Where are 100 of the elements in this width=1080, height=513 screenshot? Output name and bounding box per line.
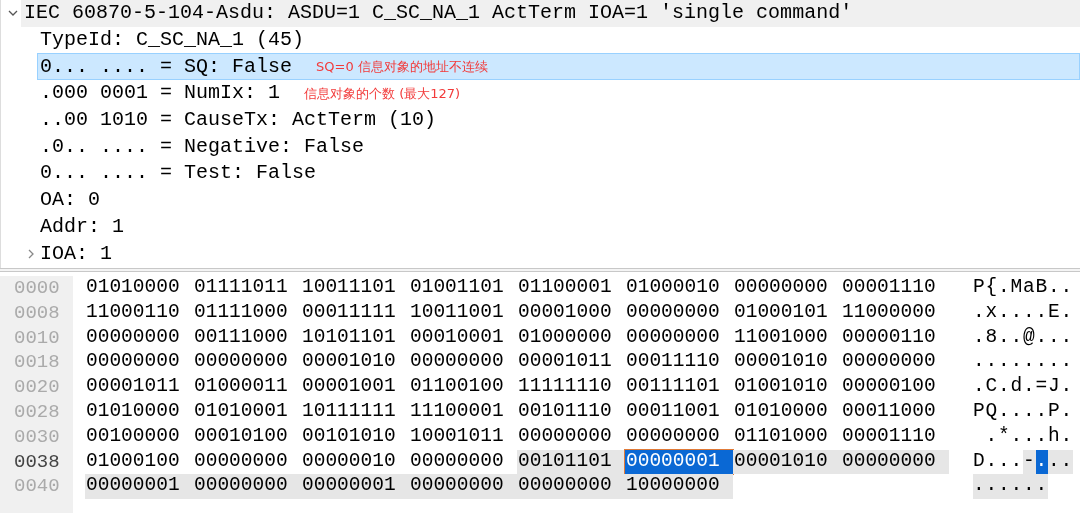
ascii-char[interactable]: = bbox=[1035, 375, 1048, 400]
tree-item-text: IOA: 1 bbox=[39, 240, 112, 267]
ascii-char[interactable]: . bbox=[1035, 325, 1048, 351]
ascii-char[interactable]: . bbox=[973, 325, 986, 351]
ascii-char[interactable]: d bbox=[1010, 375, 1023, 400]
ascii-char[interactable]: . bbox=[973, 300, 986, 326]
ascii-char[interactable]: . bbox=[1048, 449, 1061, 475]
ascii-char[interactable]: @ bbox=[1023, 325, 1036, 351]
ascii-char[interactable]: . bbox=[1010, 449, 1023, 475]
ascii-char[interactable]: . bbox=[998, 375, 1011, 400]
ascii-char[interactable]: . bbox=[985, 350, 998, 376]
byte-value[interactable]: 00000000 bbox=[517, 474, 625, 500]
ascii-char[interactable]: . bbox=[1048, 325, 1061, 351]
offset-label: 0020 bbox=[14, 375, 60, 400]
ascii-char[interactable]: . bbox=[1023, 300, 1036, 326]
ascii-char[interactable]: . bbox=[973, 350, 986, 376]
byte-value[interactable]: 00101101 bbox=[517, 449, 625, 475]
ascii-char[interactable]: . bbox=[1010, 424, 1023, 450]
ascii-char[interactable]: . bbox=[1023, 400, 1036, 425]
byte-value[interactable]: 00000000 bbox=[409, 474, 517, 500]
tree-item-text: OA: 0 bbox=[39, 187, 100, 214]
ascii-char[interactable]: . bbox=[1023, 474, 1036, 500]
ascii-char[interactable]: P bbox=[1048, 400, 1061, 425]
ascii-char[interactable]: . bbox=[1060, 424, 1073, 450]
byte-value[interactable]: 00000001 bbox=[85, 474, 193, 500]
tree-row[interactable]: TypeId: C_SC_NA_1 (45) bbox=[37, 26, 1080, 54]
ascii-char[interactable]: D bbox=[973, 449, 986, 475]
tree-row[interactable]: .0.. .... = Negative: False bbox=[37, 133, 1080, 161]
byte-value[interactable]: 00000001 bbox=[625, 449, 733, 475]
offset-label: 0030 bbox=[14, 424, 60, 450]
ascii-char[interactable]: P bbox=[973, 400, 986, 425]
tree-item-text: IEC 60870-5-104-Asdu: ASDU=1 C_SC_NA_1 ActTerm IOA=1 'single command' bbox=[23, 0, 853, 27]
ascii-char[interactable]: . bbox=[998, 400, 1011, 425]
ascii-char[interactable]: * bbox=[998, 424, 1011, 450]
ascii-char[interactable]: . bbox=[1060, 325, 1073, 351]
tree-row[interactable]: 0... .... = SQ: False SQ=0 信息对象的地址不连续 bbox=[37, 53, 1080, 81]
ascii-char[interactable]: . bbox=[1060, 350, 1073, 376]
ascii-char[interactable]: 8 bbox=[985, 325, 998, 351]
tree-row[interactable]: IOA: 1 bbox=[37, 240, 1080, 267]
ascii-char[interactable]: . bbox=[998, 350, 1011, 376]
ascii-char[interactable]: Q bbox=[985, 400, 998, 425]
offset-label: 0040 bbox=[14, 474, 60, 500]
ascii-char[interactable]: . bbox=[1010, 350, 1023, 376]
ascii-char[interactable]: . bbox=[1010, 400, 1023, 425]
offset-label: 0018 bbox=[14, 350, 60, 376]
ascii-char[interactable]: . bbox=[1048, 276, 1061, 301]
ascii-char[interactable]: J bbox=[1048, 375, 1061, 400]
chevron-right-icon[interactable] bbox=[26, 248, 36, 259]
tree-item-text: ..00 1010 = CauseTx: ActTerm (10) bbox=[39, 107, 437, 134]
ascii-char[interactable]: . bbox=[1035, 350, 1048, 376]
ascii-char[interactable]: . bbox=[1035, 400, 1048, 425]
tree-row[interactable]: ..00 1010 = CauseTx: ActTerm (10) bbox=[37, 106, 1080, 134]
ascii-char[interactable]: E bbox=[1048, 300, 1061, 326]
ascii-char[interactable]: . bbox=[1048, 350, 1061, 376]
ascii-char[interactable]: . bbox=[985, 424, 998, 450]
ascii-char[interactable]: . bbox=[998, 325, 1011, 351]
ascii-char[interactable]: x bbox=[985, 300, 998, 326]
ascii-char[interactable]: . bbox=[1010, 325, 1023, 351]
ascii-char[interactable]: . bbox=[1060, 300, 1073, 326]
ascii-char[interactable]: . bbox=[1035, 300, 1048, 326]
tree-row[interactable]: OA: 0 bbox=[37, 186, 1080, 214]
ascii-char[interactable]: . bbox=[998, 276, 1011, 301]
byte-value[interactable]: 00000000 bbox=[193, 474, 301, 500]
offset-label: 0038 bbox=[14, 449, 60, 475]
ascii-char[interactable]: . bbox=[1060, 276, 1073, 301]
tree-row[interactable]: 0... .... = Test: False bbox=[37, 160, 1080, 187]
ascii-char[interactable]: h bbox=[1048, 424, 1061, 450]
ascii-char[interactable]: . bbox=[973, 474, 986, 500]
offset-label: 0028 bbox=[14, 400, 60, 425]
ascii-char[interactable]: . bbox=[973, 375, 986, 400]
offset-label: 0000 bbox=[14, 276, 60, 301]
ascii-char[interactable]: . bbox=[1060, 375, 1073, 400]
ascii-char[interactable]: . bbox=[1060, 400, 1073, 425]
tree-item-text: Addr: 1 bbox=[39, 213, 124, 240]
ascii-char[interactable]: . bbox=[998, 449, 1011, 475]
tree-item-text: 0... .... = Test: False bbox=[39, 160, 317, 187]
ascii-char[interactable]: P bbox=[973, 276, 986, 301]
ascii-char[interactable]: C bbox=[985, 375, 998, 400]
ascii-char[interactable]: . bbox=[985, 449, 998, 475]
ascii-char[interactable]: a bbox=[1023, 276, 1036, 301]
tree-item-text: .000 0001 = NumIx: 1 bbox=[39, 80, 281, 107]
ascii-char[interactable]: B bbox=[1035, 276, 1048, 301]
byte-value[interactable]: 00000001 bbox=[301, 474, 409, 500]
tree-item-text: .0.. .... = Negative: False bbox=[39, 133, 365, 160]
ascii-char[interactable]: . bbox=[1035, 424, 1048, 450]
tree-row[interactable]: .000 0001 = NumIx: 1 信息对象的个数 (最大127) bbox=[37, 80, 1080, 107]
ascii-char[interactable]: . bbox=[1023, 350, 1036, 376]
byte-value[interactable]: 00001010 bbox=[733, 449, 841, 475]
byte-value[interactable]: 10000000 bbox=[625, 474, 733, 500]
ascii-char[interactable]: . bbox=[998, 300, 1011, 326]
tree-row[interactable]: Addr: 1 bbox=[37, 213, 1080, 241]
ascii-char[interactable]: . bbox=[998, 474, 1011, 500]
tree-item-text: TypeId: C_SC_NA_1 (45) bbox=[39, 27, 305, 54]
ascii-char[interactable]: . bbox=[1023, 375, 1036, 400]
ascii-char[interactable]: - bbox=[1023, 449, 1036, 475]
ascii-char[interactable]: . bbox=[1010, 300, 1023, 326]
byte-value[interactable]: 00000000 bbox=[841, 449, 949, 475]
ascii-char[interactable]: . bbox=[1023, 424, 1036, 450]
ascii-char[interactable]: M bbox=[1010, 276, 1023, 301]
ascii-char[interactable]: { bbox=[985, 276, 998, 301]
